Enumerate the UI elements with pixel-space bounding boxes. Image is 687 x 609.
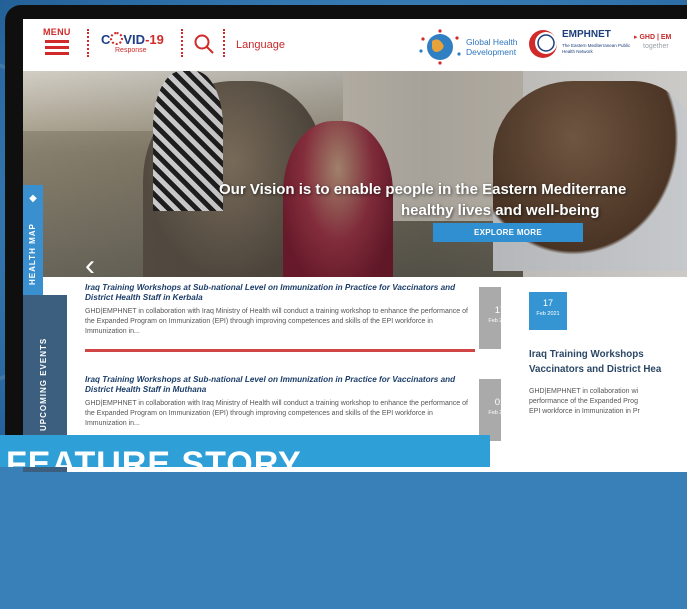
covid-text: VID xyxy=(123,32,146,47)
featured-date-badge: 17 Feb 2021 xyxy=(529,292,567,330)
event-summary: GHD|EMPHNET in collaboration with Iraq M… xyxy=(85,308,468,335)
hamburger-icon xyxy=(45,40,69,43)
map-pin-icon: ◆ xyxy=(29,193,37,204)
ghd-logo-text: Global Health Development xyxy=(466,37,518,57)
hero-slider: Our Vision is to enable people in the Ea… xyxy=(23,71,687,277)
events-list: Iraq Training Workshops at Sub-national … xyxy=(67,277,521,457)
header-divider xyxy=(181,29,183,57)
vision-line2: healthy lives and well-being xyxy=(401,202,600,219)
featured-title-line1: Iraq Training Workshops xyxy=(529,349,644,360)
event-summary: GHD|EMPHNET in collaboration with Iraq M… xyxy=(85,400,468,427)
header-divider xyxy=(223,29,225,57)
ghd-logo[interactable]: Global Health Development xyxy=(418,29,518,65)
covid-number: -19 xyxy=(145,32,164,47)
featured-body-line1: GHD|EMPHNET in collaboration wi xyxy=(529,388,639,395)
health-map-tab[interactable]: ◆ HEALTH MAP xyxy=(23,185,43,295)
event-divider xyxy=(85,349,475,352)
event-title[interactable]: Iraq Training Workshops at Sub-national … xyxy=(85,283,473,303)
featured-body-line3: EPI workforce in Immunization in Pr xyxy=(529,408,640,415)
site-header: MENU C VID-19 Response Language Global H… xyxy=(23,19,687,71)
featured-summary: GHD|EMPHNET in collaboration wi performa… xyxy=(529,387,687,417)
language-link[interactable]: Language xyxy=(236,39,285,51)
featured-body-line2: performance of the Expanded Prog xyxy=(529,398,638,405)
health-map-label: HEALTH MAP xyxy=(28,223,37,285)
featured-day: 17 xyxy=(542,298,553,308)
hamburger-icon-bar xyxy=(45,52,69,55)
featured-month: Feb 2021 xyxy=(536,311,560,317)
covid-subtitle: Response xyxy=(115,47,147,54)
website-screen: MENU C VID-19 Response Language Global H… xyxy=(23,19,687,472)
covid-letter: C xyxy=(101,32,111,47)
hamburger-icon-bar xyxy=(45,46,69,49)
crescent-icon xyxy=(529,30,557,58)
event-title[interactable]: Iraq Training Workshops at Sub-national … xyxy=(85,375,473,395)
virus-icon xyxy=(110,32,124,45)
ghd-tagline: ▸ GHD | EM together xyxy=(634,33,671,51)
covid-response-link[interactable]: C VID-19 Response xyxy=(101,31,171,61)
search-icon[interactable] xyxy=(193,33,215,55)
prev-slide-arrow[interactable]: ‹ xyxy=(85,251,95,278)
featured-event[interactable]: 17 Feb 2021 Iraq Training Workshops Vacc… xyxy=(501,277,687,472)
event-item[interactable]: Iraq Training Workshops at Sub-national … xyxy=(67,277,521,363)
feature-story-banner: FEATURE STORY xyxy=(0,435,490,467)
menu-label: MENU xyxy=(43,27,71,37)
vision-statement: Our Vision is to enable people in the Ea… xyxy=(219,179,687,221)
header-divider xyxy=(87,29,89,57)
ghd-line1: Global Health xyxy=(466,37,518,47)
emphnet-title: EMPHNET xyxy=(562,29,611,40)
menu-button[interactable]: MENU xyxy=(43,27,77,67)
emphnet-subtitle: The Eastern Mediterranean Public Health … xyxy=(562,43,631,54)
featured-title-line2: Vaccinators and District Hea xyxy=(529,364,662,375)
ghd-line2: Development xyxy=(466,47,517,57)
tagline-line2: together xyxy=(643,43,669,50)
tagline-line1: GHD | EM xyxy=(639,34,672,41)
hero-overlay xyxy=(23,71,687,277)
globe-icon xyxy=(419,29,461,65)
vision-line1: Our Vision is to enable people in the Ea… xyxy=(219,181,627,198)
explore-more-button[interactable]: EXPLORE MORE xyxy=(433,223,583,242)
emphnet-logo[interactable]: EMPHNET The Eastern Mediterranean Public… xyxy=(526,27,646,65)
upcoming-events-label: UPCOMING EVENTS xyxy=(39,337,48,431)
laptop-frame: MENU C VID-19 Response Language Global H… xyxy=(5,5,687,472)
featured-title[interactable]: Iraq Training Workshops Vaccinators and … xyxy=(529,347,687,377)
